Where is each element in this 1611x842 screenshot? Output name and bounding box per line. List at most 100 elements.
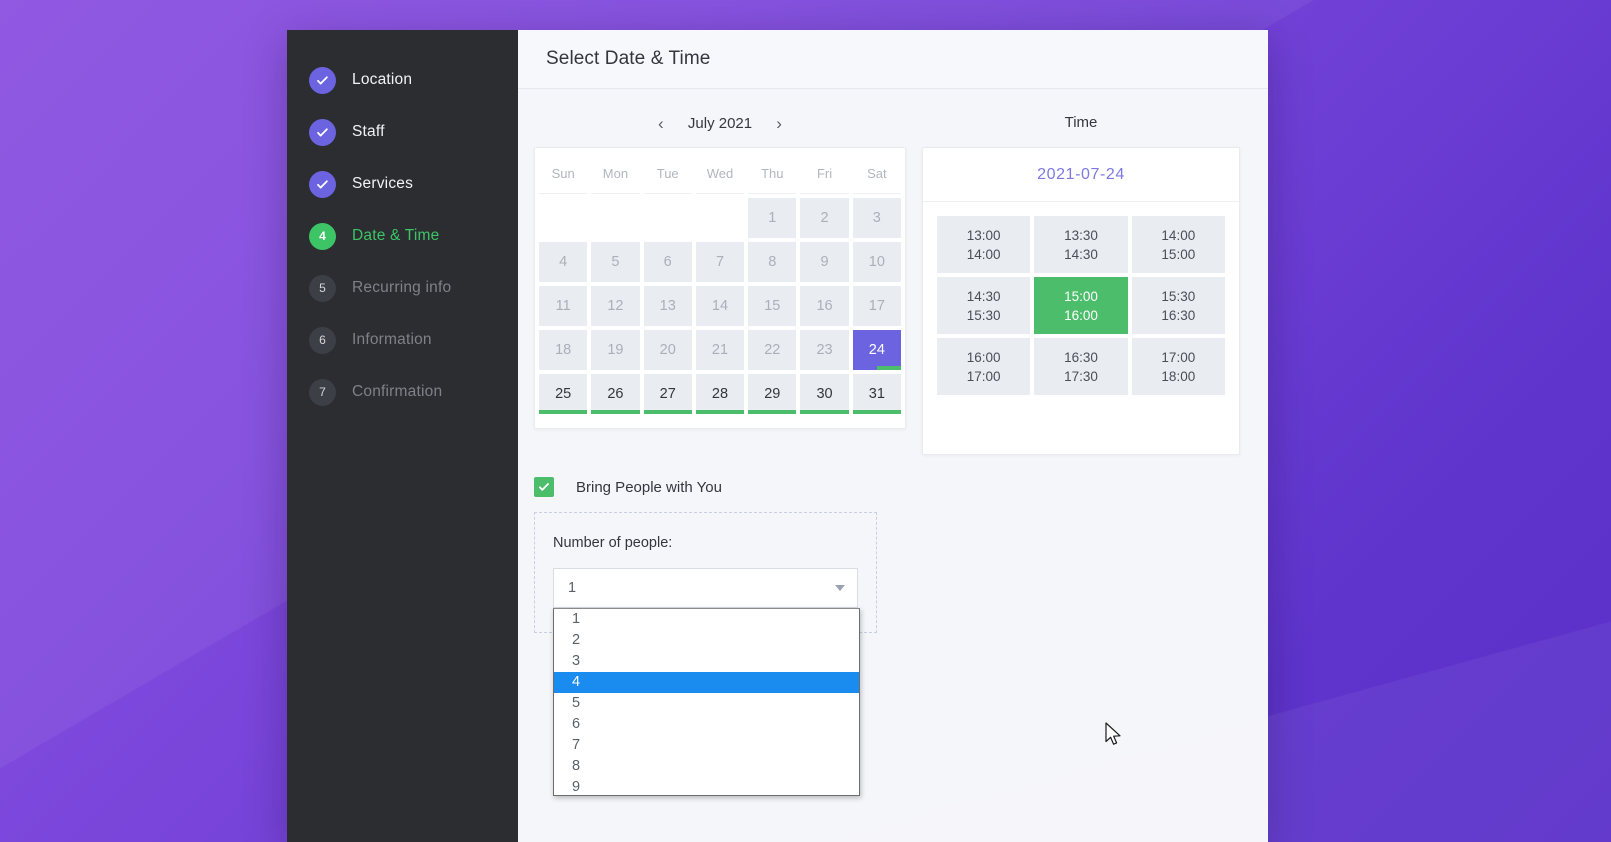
option-9[interactable]: 9 [554,777,859,795]
bring-people-row: Bring People with You [518,455,1268,505]
calendar-day-2[interactable]: 2 [800,198,849,238]
calendar-cell [591,198,639,238]
weekday-header: Thu [748,152,797,194]
calendar-cell: 5 [591,242,640,282]
calendar-cell: 11 [539,286,588,326]
check-icon [538,483,549,491]
calendar-day-21[interactable]: 21 [695,330,745,370]
calendar-day-29[interactable]: 29 [748,374,797,414]
sidebar-item-label: Location [352,71,413,88]
selected-date-label: 2021-07-24 [923,148,1239,202]
calendar-cell: 6 [643,242,692,282]
slot-end-time: 14:30 [1064,246,1098,262]
option-5[interactable]: 5 [554,693,859,714]
sidebar-item-services[interactable]: Services [287,158,518,210]
calendar-day-8[interactable]: 8 [748,242,797,282]
calendar-cell: 4 [539,242,588,282]
calendar-day-26[interactable]: 26 [591,374,640,414]
calendar-day-14[interactable]: 14 [695,286,745,326]
weekday-header: Tue [643,152,692,194]
calendar-cell: 30 [800,374,849,414]
calendar-day-16[interactable]: 16 [800,286,849,326]
calendar-cell: 15 [748,286,797,326]
option-1[interactable]: 1 [554,609,859,630]
calendar-day-3[interactable]: 3 [852,198,901,238]
slot-start-time: 13:00 [966,227,1001,243]
calendar-day-7[interactable]: 7 [695,242,745,282]
calendar-cell: 3 [852,198,901,238]
calendar-day-1[interactable]: 1 [748,198,797,238]
calendar-day-17[interactable]: 17 [852,286,901,326]
calendar-day-10[interactable]: 10 [852,242,901,282]
time-slot-1600[interactable]: 16:00 17:00 [937,338,1031,395]
slot-end-time: 16:30 [1161,307,1196,323]
calendar-day-22[interactable]: 22 [748,330,797,370]
time-card: 2021-07-24 13:00 14:00 13:30 14:30 14:00 15:0… [922,147,1240,455]
calendar-day-18[interactable]: 18 [539,330,588,370]
slot-end-time: 15:00 [1161,246,1196,262]
option-3[interactable]: 3 [554,651,859,672]
time-slot-1330[interactable]: 13:30 14:30 [1034,216,1128,273]
calendar-day-4[interactable]: 4 [539,242,588,282]
number-of-people-select-wrap: 1 123456789 [553,568,860,796]
calendar-day-28[interactable]: 28 [695,374,745,414]
calendar-cell: 2 [800,198,849,238]
calendar-day-12[interactable]: 12 [591,286,640,326]
calendar-day-30[interactable]: 30 [800,374,849,414]
time-slot-1300[interactable]: 13:00 14:00 [937,216,1031,273]
calendar-day-15[interactable]: 15 [748,286,797,326]
calendar-weekday-row: Sun Mon Tue Wed Thu Fri Sat [539,152,901,194]
sidebar-item-location[interactable]: Location [287,54,518,106]
number-of-people-select[interactable]: 1 [553,568,858,608]
calendar-cell: 1 [748,198,797,238]
time-slot-1530[interactable]: 15:30 16:30 [1131,277,1225,334]
time-slot-1430[interactable]: 14:30 15:30 [937,277,1031,334]
calendar-cell: 7 [695,242,745,282]
calendar-week-row: 25 26 27 28 29 30 31 [539,374,902,414]
sidebar-item-information[interactable]: 6 Information [287,314,518,366]
content-header: Select Date & Time [518,30,1268,89]
calendar-cell: 18 [539,330,588,370]
sidebar-item-confirmation[interactable]: 7 Confirmation [287,366,518,418]
option-6[interactable]: 6 [554,714,859,735]
prev-month-icon[interactable]: ‹ [652,115,670,132]
calendar-day-23[interactable]: 23 [800,330,849,370]
calendar-week-row: 18 19 20 21 22 23 24 [539,330,902,370]
option-2[interactable]: 2 [554,630,859,651]
calendar-day-13[interactable]: 13 [643,286,692,326]
sidebar-item-staff[interactable]: Staff [287,106,518,158]
bring-people-checkbox[interactable] [534,477,554,497]
sidebar-item-recurring-info[interactable]: 5 Recurring info [287,262,518,314]
step-number-badge: 4 [309,222,336,250]
calendar-day-11[interactable]: 11 [539,286,588,326]
calendar-cell: 13 [643,286,692,326]
sidebar-item-date-time[interactable]: 4 Date & Time [287,210,518,262]
calendar-day-25[interactable]: 25 [539,374,588,414]
time-slot-1500[interactable]: 15:00 16:00 [1034,277,1128,334]
option-8[interactable]: 8 [554,756,859,777]
calendar-day-31[interactable]: 31 [852,374,902,414]
calendar-day-5[interactable]: 5 [591,242,640,282]
chevron-down-icon [835,585,845,591]
calendar-cell: 25 [539,374,588,414]
calendar-day-6[interactable]: 6 [643,242,692,282]
slot-end-time: 16:00 [1064,307,1098,323]
time-slot-1400[interactable]: 14:00 15:00 [1131,216,1225,273]
next-month-icon[interactable]: › [770,115,788,132]
calendar-day-9[interactable]: 9 [800,242,849,282]
calendar-day-24[interactable]: 24 [852,330,902,370]
calendar-day-19[interactable]: 19 [591,330,640,370]
time-slot-grid: 13:00 14:00 13:30 14:30 14:00 15:00 14:30 15:30… [923,202,1239,409]
time-slot-1630[interactable]: 16:30 17:30 [1034,338,1128,395]
calendar-day-27[interactable]: 27 [643,374,693,414]
content-body: ‹ July 2021 › Sun Mon Tue Wed Thu Fri Sa… [518,89,1268,842]
check-icon [309,118,336,146]
time-slot-1700[interactable]: 17:00 18:00 [1131,338,1225,395]
time-column-title: Time [1064,114,1098,131]
calendar-header: ‹ July 2021 › [534,105,906,141]
calendar-day-20[interactable]: 20 [643,330,692,370]
slot-start-time: 17:00 [1161,349,1196,365]
option-7[interactable]: 7 [554,735,859,756]
option-4[interactable]: 4 [554,672,859,693]
number-of-people-option-list[interactable]: 123456789 [553,608,860,796]
